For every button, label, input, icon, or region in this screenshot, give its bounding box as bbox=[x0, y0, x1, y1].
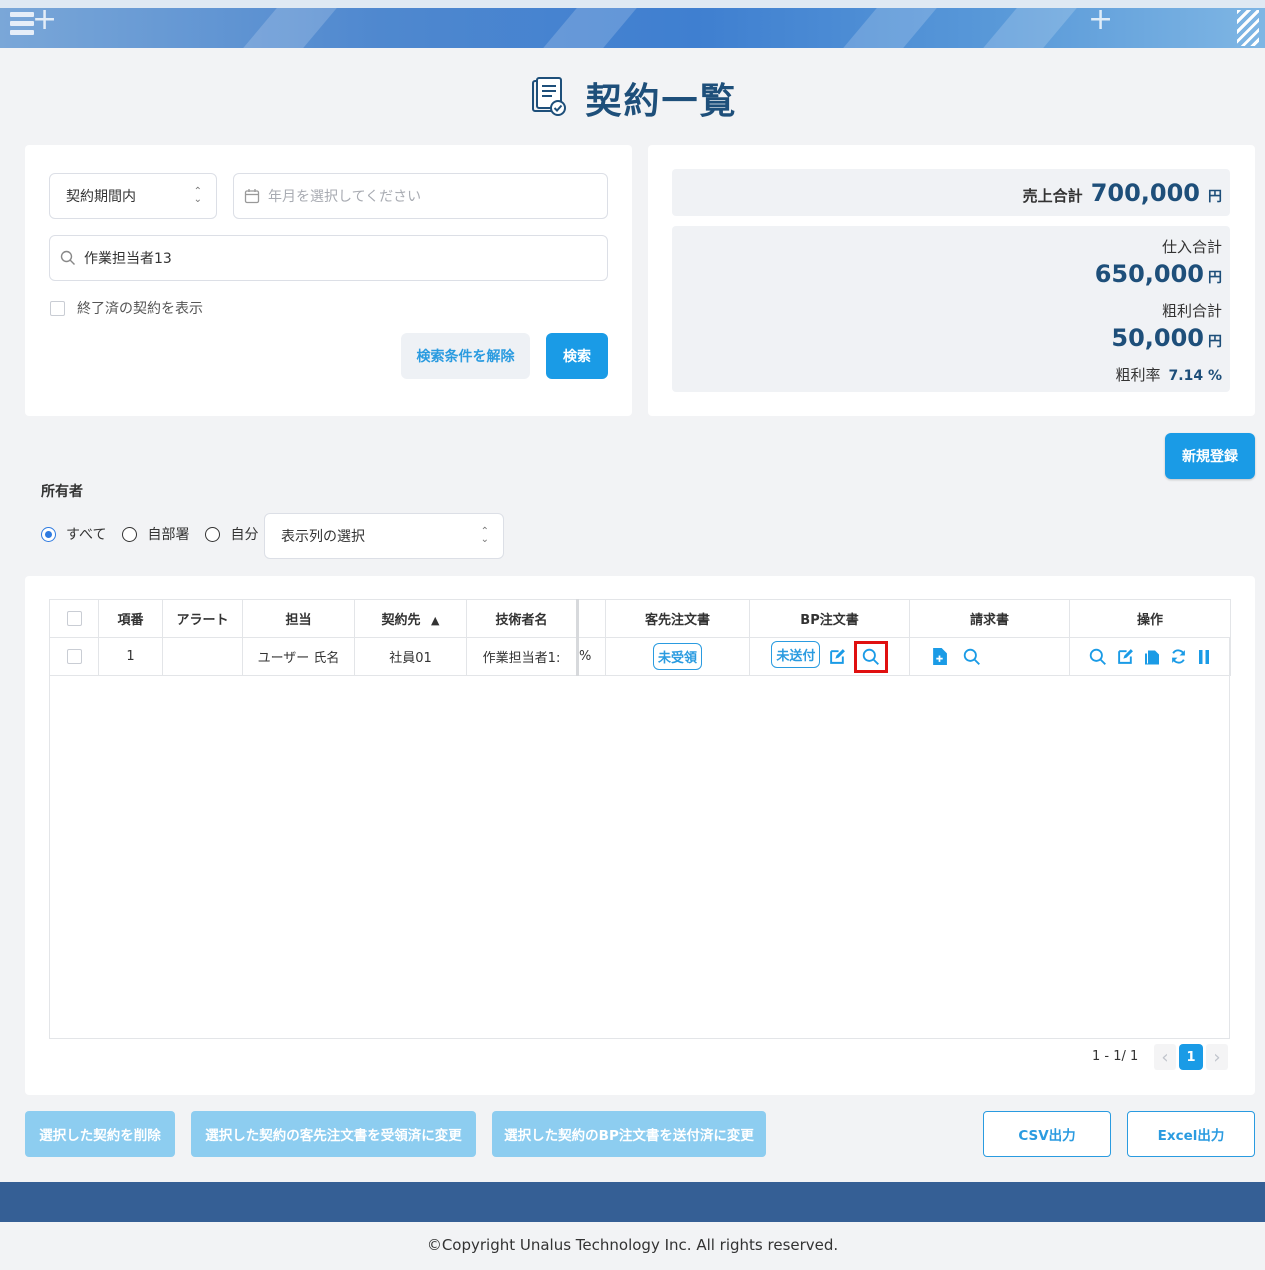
search-icon[interactable] bbox=[1089, 648, 1107, 666]
search-icon[interactable] bbox=[963, 648, 981, 666]
owner-radio-group: すべて 自部署 自分 bbox=[41, 524, 258, 544]
csv-export-button[interactable]: CSV出力 bbox=[983, 1111, 1111, 1157]
columns-select[interactable]: 表示列の選択 ⌃ ⌄ bbox=[264, 513, 504, 559]
keyword-search-input[interactable]: 作業担当者13 bbox=[49, 235, 608, 281]
footer-bar bbox=[0, 1182, 1265, 1222]
contract-table: 項番 アラート 担当 契約先 ▲ 技術者名 客先注文書 BP注文書 請求書 操作… bbox=[49, 599, 1231, 676]
col-header-alert[interactable]: アラート bbox=[162, 599, 243, 638]
decor-cross-icon: + bbox=[1088, 2, 1114, 37]
owner-radio-department[interactable] bbox=[122, 526, 138, 542]
page-title: 契約一覧 bbox=[0, 72, 1265, 124]
owner-radio-self[interactable] bbox=[205, 526, 221, 542]
mark-bp-order-sent-button[interactable]: 選択した契約のBP注文書を送付済に変更 bbox=[492, 1111, 766, 1157]
decor-cross-icon: + bbox=[32, 2, 58, 37]
col-header-hidden bbox=[577, 599, 606, 638]
menu-icon[interactable] bbox=[10, 12, 34, 44]
search-button[interactable]: 検索 bbox=[546, 333, 608, 379]
row-engineer: 作業担当者1: bbox=[466, 637, 579, 676]
contract-document-icon bbox=[532, 77, 567, 116]
sales-total-box: 売上合計 700,000 円 bbox=[672, 169, 1230, 216]
excel-export-button[interactable]: Excel出力 bbox=[1127, 1111, 1255, 1157]
row-checkbox[interactable] bbox=[66, 649, 82, 664]
chevron-updown-icon: ⌃ ⌄ bbox=[193, 186, 202, 205]
header-banner: + + bbox=[0, 0, 1265, 48]
month-picker-input[interactable]: 年月を選択してください bbox=[233, 173, 608, 219]
period-select[interactable]: 契約期間内 ⌃ ⌄ bbox=[49, 173, 217, 219]
select-all-checkbox[interactable] bbox=[66, 611, 82, 626]
bp-order-status-badge[interactable]: 未送付 bbox=[771, 641, 821, 668]
pagination-range: 1 - 1/ 1 bbox=[1092, 1049, 1139, 1064]
table-header-row: 項番 アラート 担当 契約先 ▲ 技術者名 客先注文書 BP注文書 請求書 操作 bbox=[49, 599, 1231, 638]
col-header-client-order[interactable]: 客先注文書 bbox=[605, 599, 750, 638]
pagination-page-1[interactable]: 1 bbox=[1179, 1044, 1203, 1070]
col-header-owner[interactable]: 担当 bbox=[242, 599, 355, 638]
cost-profit-box: 仕入合計 650,000 円 粗利合計 50,000 円 粗利率 7.14 % bbox=[672, 226, 1230, 392]
col-header-no[interactable]: 項番 bbox=[98, 599, 163, 638]
table-row[interactable]: 1 ユーザー 氏名 社員01 作業担当者1: % 未受領 未送付 bbox=[49, 637, 1231, 676]
edit-icon[interactable] bbox=[829, 648, 846, 665]
totals-panel: 売上合計 700,000 円 仕入合計 650,000 円 粗利合計 50,00… bbox=[648, 145, 1255, 416]
col-header-operations[interactable]: 操作 bbox=[1069, 599, 1231, 638]
col-header-engineer[interactable]: 技術者名 bbox=[466, 599, 579, 638]
pagination-next-button[interactable]: › bbox=[1206, 1044, 1228, 1070]
pagination-prev-button[interactable]: ‹ bbox=[1154, 1044, 1176, 1070]
bp-order-view-highlight[interactable] bbox=[853, 640, 888, 673]
select-all-cell[interactable] bbox=[49, 599, 99, 638]
copyright-text: ©Copyright Unalus Technology Inc. All ri… bbox=[426, 1236, 839, 1254]
search-panel: 契約期間内 ⌃ ⌄ 年月を選択してください 作業担当者13 終了済の契約を表示 検… bbox=[25, 145, 632, 416]
col-header-client[interactable]: 契約先 ▲ bbox=[354, 599, 467, 638]
search-icon[interactable] bbox=[862, 648, 880, 666]
row-owner: ユーザー 氏名 bbox=[242, 637, 355, 676]
mark-client-order-received-button[interactable]: 選択した契約の客先注文書を受領済に変更 bbox=[191, 1111, 476, 1157]
edit-icon[interactable] bbox=[1117, 648, 1134, 665]
client-order-status-badge[interactable]: 未受領 bbox=[652, 643, 702, 670]
show-finished-checkbox[interactable] bbox=[50, 300, 65, 316]
sort-ascending-icon: ▲ bbox=[431, 614, 440, 627]
search-icon bbox=[60, 250, 75, 265]
decor-hatch bbox=[1237, 10, 1259, 46]
row-percent: % bbox=[577, 637, 606, 676]
owner-label: 所有者 bbox=[41, 484, 83, 500]
copy-icon[interactable] bbox=[1144, 648, 1160, 665]
row-client: 社員01 bbox=[354, 637, 467, 676]
show-finished-option[interactable]: 終了済の契約を表示 bbox=[50, 298, 203, 318]
clear-conditions-button[interactable]: 検索条件を解除 bbox=[401, 333, 530, 379]
delete-selected-button[interactable]: 選択した契約を削除 bbox=[25, 1111, 175, 1157]
chevron-updown-icon: ⌃ ⌄ bbox=[480, 526, 489, 545]
row-alert bbox=[162, 637, 243, 676]
col-header-bp-order[interactable]: BP注文書 bbox=[749, 599, 910, 638]
col-header-invoice[interactable]: 請求書 bbox=[909, 599, 1070, 638]
row-no: 1 bbox=[98, 637, 163, 676]
pause-icon[interactable] bbox=[1197, 649, 1211, 665]
calendar-icon bbox=[244, 189, 260, 204]
owner-radio-all[interactable] bbox=[41, 526, 56, 542]
new-registration-button[interactable]: 新規登録 bbox=[1165, 433, 1255, 479]
refresh-icon[interactable] bbox=[1170, 648, 1187, 665]
file-add-icon[interactable] bbox=[932, 648, 947, 665]
